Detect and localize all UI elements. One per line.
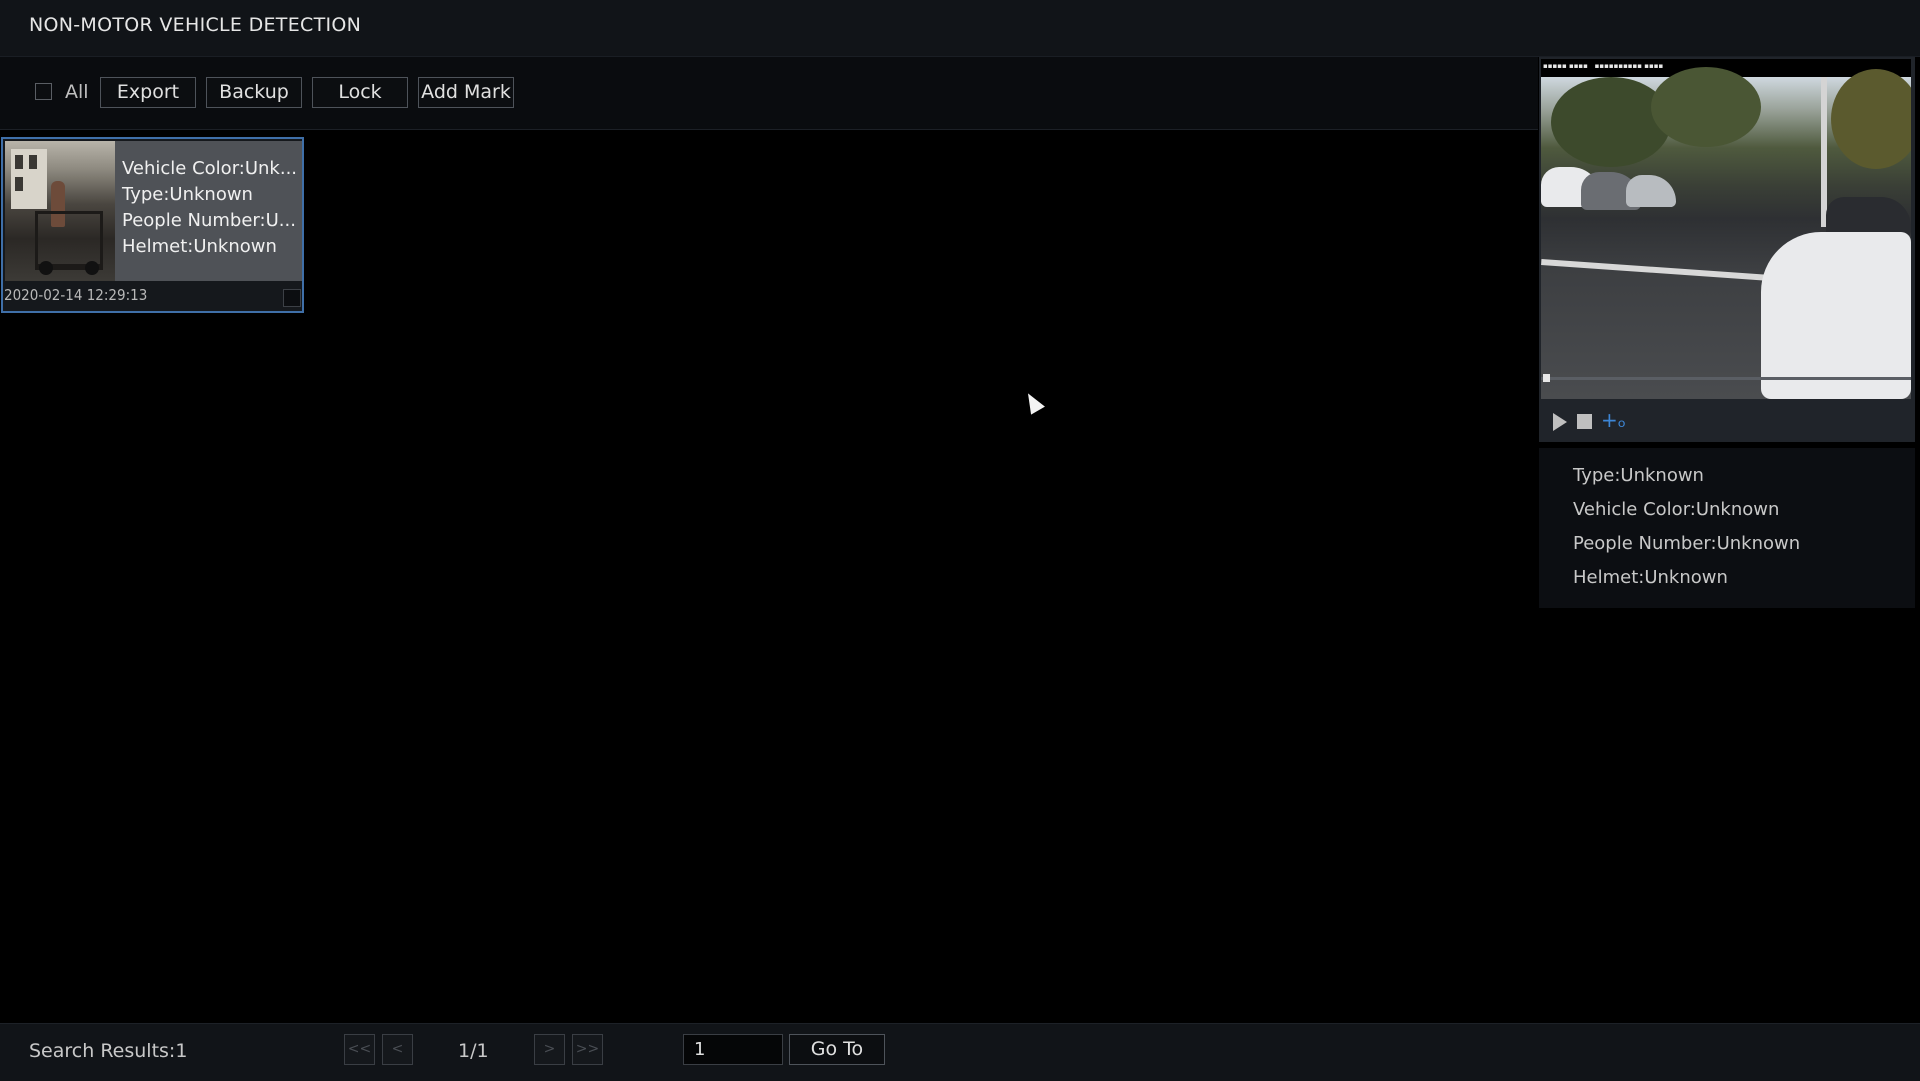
attributes-panel: Type:Unknown Vehicle Color:Unknown Peopl… — [1539, 448, 1915, 608]
result-info-panel: Vehicle Color:Unk... Type:Unknown People… — [115, 141, 302, 281]
prev-page-button[interactable]: < — [382, 1034, 413, 1065]
first-page-button[interactable]: << — [344, 1034, 375, 1065]
result-card[interactable]: Vehicle Color:Unk... Type:Unknown People… — [1, 137, 304, 313]
backup-button[interactable]: Backup — [206, 77, 302, 108]
progress-knob[interactable] — [1543, 374, 1550, 382]
search-results-count: Search Results:1 — [29, 1040, 188, 1062]
result-vehicle-color: Vehicle Color:Unk... — [122, 158, 298, 179]
page-number-input[interactable] — [683, 1034, 783, 1065]
page-indicator: 1/1 — [458, 1040, 489, 1062]
go-to-button[interactable]: Go To — [789, 1034, 885, 1065]
last-page-button[interactable]: >> — [572, 1034, 603, 1065]
page-title: NON-MOTOR VEHICLE DETECTION — [29, 14, 362, 36]
play-icon[interactable] — [1553, 413, 1567, 431]
result-type: Type:Unknown — [122, 184, 253, 205]
lock-button[interactable]: Lock — [312, 77, 408, 108]
zoom-icon[interactable]: +ₒ — [1601, 408, 1626, 432]
result-helmet: Helmet:Unknown — [122, 236, 277, 257]
select-all-checkbox[interactable] — [35, 83, 52, 100]
export-button[interactable]: Export — [100, 77, 196, 108]
attr-type: Type:Unknown — [1573, 465, 1704, 486]
title-bar: NON-MOTOR VEHICLE DETECTION — [0, 0, 1920, 57]
video-osd-overlay: ▪▪▪▪▪ ▪▪▪▪ ▪▪▪▪▪▪▪▪▪▪ ▪▪▪▪ — [1543, 62, 1664, 70]
stop-icon[interactable] — [1577, 414, 1592, 429]
video-frame — [1541, 67, 1911, 399]
mouse-cursor — [1021, 389, 1045, 415]
result-timestamp: 2020-02-14 12:29:13 — [4, 286, 148, 304]
attr-vehicle-color: Vehicle Color:Unknown — [1573, 499, 1780, 520]
result-people-number: People Number:U... — [122, 210, 296, 231]
attr-helmet: Helmet:Unknown — [1573, 567, 1728, 588]
preview-panel: ▪▪▪▪▪ ▪▪▪▪ ▪▪▪▪▪▪▪▪▪▪ ▪▪▪▪ +ₒ — [1539, 57, 1915, 442]
playback-progress[interactable] — [1541, 374, 1911, 382]
add-mark-button[interactable]: Add Mark — [418, 77, 514, 108]
result-select-checkbox[interactable] — [283, 289, 301, 307]
next-page-button[interactable]: > — [534, 1034, 565, 1065]
attr-people-number: People Number:Unknown — [1573, 533, 1801, 554]
select-all-label: All — [65, 81, 89, 103]
video-player[interactable]: ▪▪▪▪▪ ▪▪▪▪ ▪▪▪▪▪▪▪▪▪▪ ▪▪▪▪ — [1541, 59, 1911, 399]
toolbar: All Export Backup Lock Add Mark — [0, 57, 1538, 130]
result-thumbnail[interactable] — [5, 141, 115, 281]
footer-bar: Search Results:1 << < 1/1 > >> Go To — [0, 1023, 1920, 1081]
